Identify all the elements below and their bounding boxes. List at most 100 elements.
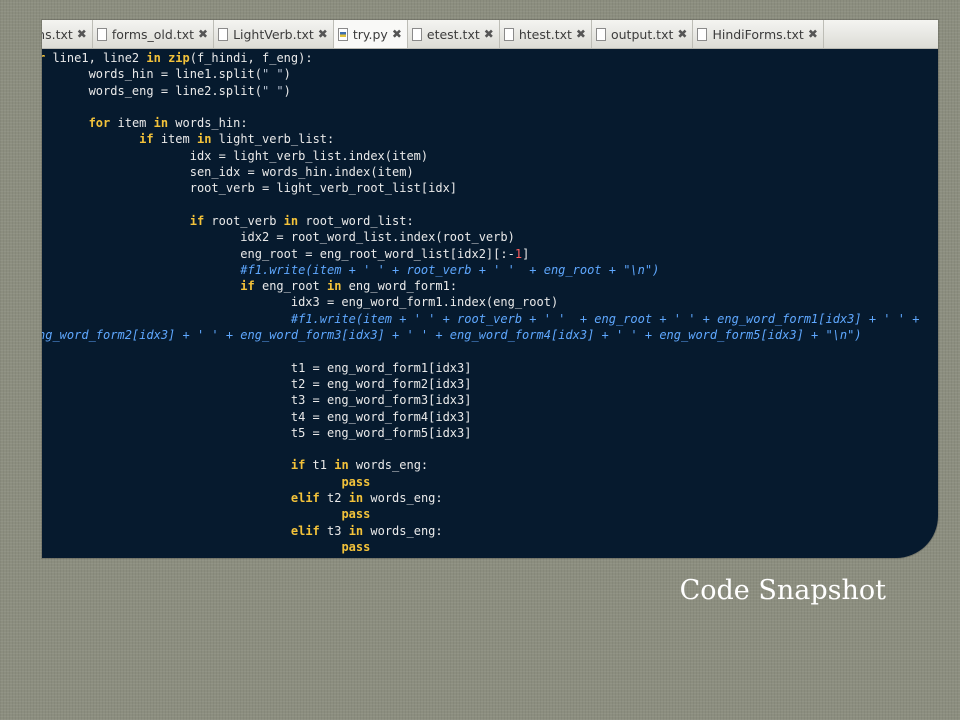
code-line: elif t2 in words_eng: — [42, 490, 938, 506]
code-token: words_eng = line2.split( — [42, 83, 262, 98]
code-line: for item in words_hin: — [42, 115, 938, 131]
close-icon[interactable]: ✖ — [198, 27, 208, 41]
code-token: item — [153, 132, 197, 147]
code-token: in — [146, 51, 161, 65]
code-token: ) — [283, 83, 291, 98]
code-token: elif — [290, 523, 320, 538]
code-line: if t1 in words_eng: — [42, 457, 938, 473]
code-token: in — [327, 279, 342, 294]
close-icon[interactable]: ✖ — [77, 27, 87, 41]
close-icon[interactable]: ✖ — [484, 27, 494, 41]
tab-etest-txt[interactable]: etest.txt ✖ — [408, 20, 500, 48]
code-line: sen_idx = words_hin.index(item) — [42, 164, 938, 180]
code-token: if — [139, 132, 154, 147]
code-token: in — [283, 213, 299, 228]
code-token: if — [189, 213, 205, 228]
close-icon[interactable]: ✖ — [392, 27, 402, 41]
code-token: pass — [341, 507, 371, 522]
file-icon — [595, 27, 606, 41]
tab-hindiforms-txt[interactable]: HindiForms.txt ✖ — [693, 20, 824, 48]
code-token: ng_word_form2[idx3] + ' ' + eng_word_for… — [42, 328, 862, 343]
code-line: idx = light_verb_list.index(item) — [42, 148, 938, 164]
tab-label: rms.txt — [42, 26, 73, 42]
code-screenshot: rms.txt✖forms_old.txt✖LightVerb.txt✖try.… — [42, 20, 938, 558]
code-token: 1 — [514, 246, 523, 261]
code-line: t2 = eng_word_form2[idx3] — [42, 376, 938, 392]
code-line: idx3 = eng_word_form1.index(eng_root) — [42, 294, 938, 310]
code-token: light_verb_list: — [211, 132, 335, 147]
code-line: if item in light_verb_list: — [42, 131, 938, 147]
code-token: eng_word_form1: — [341, 279, 458, 294]
close-icon[interactable]: ✖ — [677, 27, 687, 41]
code-token: t3 — [319, 523, 349, 538]
code-editor[interactable]: r line1, line2 in zip(f_hindi, f_eng): w… — [42, 50, 938, 558]
close-icon[interactable]: ✖ — [808, 27, 818, 41]
tab-output-txt[interactable]: output.txt ✖ — [592, 20, 694, 48]
code-line: idx2 = root_word_list.index(root_verb) — [42, 229, 938, 245]
code-token: if — [240, 279, 255, 294]
close-icon[interactable]: ✖ — [318, 27, 328, 41]
code-token: in — [196, 132, 212, 147]
tab-lightverb-txt[interactable]: LightVerb.txt ✖ — [214, 20, 334, 48]
file-icon — [218, 27, 229, 41]
code-token: in — [348, 523, 364, 538]
code-token: words_hin = line1.split( — [42, 67, 262, 82]
code-token: " " — [261, 83, 284, 98]
code-token: item — [110, 116, 154, 131]
code-token: #f1.write(item + ' ' + root_verb + ' ' +… — [240, 262, 660, 277]
code-line: #f1.write(item + ' ' + root_verb + ' ' +… — [42, 262, 938, 278]
code-line: if eng_root in eng_word_form1: — [42, 278, 938, 294]
code-line: t5 = eng_word_form5[idx3] — [42, 425, 938, 441]
code-token: t5 = eng_word_form5[idx3] — [42, 425, 472, 440]
file-icon — [697, 27, 708, 41]
code-token: words_eng: — [363, 491, 443, 506]
code-token: idx2 = root_word_list.index(root_verb) — [42, 230, 515, 245]
code-token: eng_root = eng_root_word_list[idx2][:- — [42, 246, 515, 261]
code-token: idx3 = eng_word_form1.index(eng_root) — [42, 295, 559, 310]
code-token: t1 = eng_word_form1[idx3] — [42, 360, 472, 375]
code-line: r line1, line2 in zip(f_hindi, f_eng): — [42, 50, 938, 66]
code-token: (f_hindi, f_eng): — [189, 51, 313, 65]
tab-forms_old-txt[interactable]: forms_old.txt ✖ — [93, 20, 215, 48]
tab-label: try.py — [352, 26, 388, 42]
editor-tab-bar: rms.txt✖forms_old.txt✖LightVerb.txt✖try.… — [42, 20, 938, 49]
code-token: words_hin: — [168, 116, 248, 131]
tab-rms-txt[interactable]: rms.txt ✖ — [42, 20, 93, 48]
code-line: pass — [42, 506, 938, 522]
code-token: r — [42, 51, 52, 65]
tab-htest-txt[interactable]: htest.txt ✖ — [500, 20, 592, 48]
tab-label: forms_old.txt — [111, 26, 194, 42]
code-line: t1 = eng_word_form1[idx3] — [42, 360, 938, 376]
code-token: t2 = eng_word_form2[idx3] — [42, 376, 472, 391]
file-icon — [503, 27, 514, 41]
code-token: t4 = eng_word_form4[idx3] — [42, 409, 472, 424]
code-line: eng_root = eng_root_word_list[idx2][:-1] — [42, 246, 938, 262]
code-token: t2 — [319, 491, 349, 506]
tab-label: etest.txt — [426, 26, 480, 42]
code-token: eng_root — [254, 279, 327, 294]
code-line: t4 = eng_word_form4[idx3] — [42, 409, 938, 425]
code-line: elif t3 in words_eng: — [42, 523, 938, 539]
code-token: sen_idx = words_hin.index(item) — [42, 165, 414, 180]
file-icon — [411, 27, 422, 41]
code-token: root_verb = light_verb_root_list[idx] — [42, 181, 458, 196]
close-icon[interactable]: ✖ — [576, 27, 586, 41]
tab-try-py[interactable]: try.py ✖ — [333, 20, 408, 48]
tab-label: htest.txt — [518, 26, 572, 42]
code-token: elif — [290, 491, 320, 506]
code-line: if root_verb in root_word_list: — [42, 213, 938, 229]
